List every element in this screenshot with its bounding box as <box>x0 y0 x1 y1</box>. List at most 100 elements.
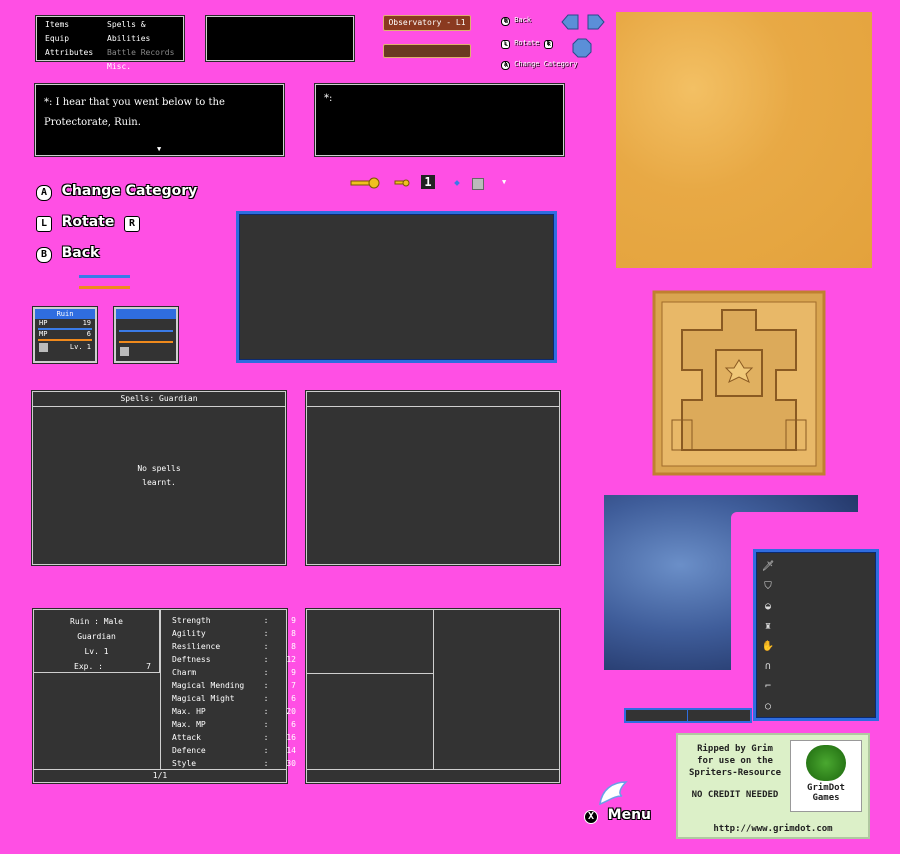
stat-row: Defence: 14 <box>172 744 296 757</box>
l-button-icon: L <box>501 40 510 49</box>
small-hint-change: A Change Category <box>501 60 577 70</box>
party-member-card[interactable]: Ruin HP 19 MP 6 Lv. 1 <box>32 306 98 364</box>
grimdot-logo: GrimDot Games <box>790 740 862 812</box>
stat-name: Attack <box>172 733 201 742</box>
a-button-icon: A <box>36 185 52 201</box>
hp-bar-sample <box>79 275 130 278</box>
rotate-label: Rotate <box>61 214 115 230</box>
main-menu: Items Equip Attributes Spells & Abilitie… <box>35 15 185 71</box>
shield-icon[interactable]: ⛉ <box>761 579 775 593</box>
key-icon <box>350 177 380 189</box>
stat-row: Resilience: 8 <box>172 640 296 653</box>
character-class: Guardian <box>77 632 116 641</box>
stat-separator: : <box>263 616 269 625</box>
dialog-box-empty: *: <box>314 83 565 157</box>
stat-name: Max. MP <box>172 720 206 729</box>
no-spells-line-2: learnt. <box>142 478 176 487</box>
menu-item-battle-records[interactable]: Battle Records <box>107 46 183 60</box>
mp-value: 6 <box>86 330 91 338</box>
stat-row: Charm: 9 <box>172 666 296 679</box>
r-button-icon: R <box>543 40 553 49</box>
ring-icon[interactable]: ○ <box>761 699 775 713</box>
party-name: Ruin <box>35 309 95 319</box>
credits-url: http://www.grimdot.com <box>713 824 833 834</box>
stat-name: Strength <box>172 616 211 625</box>
stat-separator: : <box>263 733 269 742</box>
b-button-icon: B <box>36 247 52 263</box>
stat-value: 14 <box>286 746 296 755</box>
x-button-icon: X <box>584 810 598 824</box>
left-arrow-icon[interactable] <box>560 13 580 31</box>
menu-item-equip[interactable]: Equip <box>45 32 93 46</box>
party-member-card-empty[interactable] <box>113 306 179 364</box>
boots-icon[interactable]: ⌐ <box>761 679 775 693</box>
stat-name: Magical Mending <box>172 681 245 690</box>
gauntlet-icon[interactable]: ✋ <box>761 639 775 653</box>
stat-row: Max. MP: 6 <box>172 718 296 731</box>
stat-separator: : <box>263 694 269 703</box>
armor-icon[interactable]: ♜ <box>761 619 775 633</box>
spells-panel-empty <box>305 390 561 566</box>
sword-icon[interactable]: 🗡 <box>761 559 775 573</box>
empty-menu-box <box>205 15 355 62</box>
stat-value: 16 <box>286 733 296 742</box>
leggings-icon[interactable]: ∩ <box>761 659 775 673</box>
character-level: Lv. 1 <box>84 647 109 656</box>
hp-value: 19 <box>82 319 91 327</box>
stat-row: Deftness: 12 <box>172 653 296 666</box>
wing-icon <box>599 781 628 806</box>
continue-arrow-icon: ▼ <box>157 145 162 153</box>
right-arrow-icon[interactable] <box>586 13 606 31</box>
small-hint-rotate: L Rotate R <box>501 39 553 49</box>
blue-frame-window <box>236 211 557 363</box>
stat-value: 20 <box>286 707 296 716</box>
lv-label: Lv. <box>69 343 83 351</box>
b-button-icon: B <box>501 17 510 26</box>
quantity-badge: 1 <box>421 175 435 189</box>
stat-separator: : <box>263 655 269 664</box>
control-back: B Back <box>36 242 99 263</box>
stat-name: Agility <box>172 629 206 638</box>
lv-value: 1 <box>86 343 91 351</box>
mp-bar-sample <box>79 286 130 289</box>
credits-line-4: NO CREDIT NEEDED <box>691 790 779 800</box>
dialog-line-2: Protectorate, Ruin. <box>44 117 141 128</box>
small-key-icon <box>394 179 410 187</box>
menu-item-attributes[interactable]: Attributes <box>45 46 93 60</box>
stat-separator: : <box>263 720 269 729</box>
stat-name: Defence <box>172 746 206 755</box>
stat-separator: : <box>263 681 269 690</box>
equip-bar <box>624 708 752 723</box>
location-plate-empty <box>383 44 471 58</box>
stat-separator: : <box>263 629 269 638</box>
stat-row: Agility: 8 <box>172 627 296 640</box>
small-hint-back: B Back <box>501 16 531 26</box>
attributes-panel-empty <box>305 608 561 784</box>
change-category-label: Change Category <box>61 183 198 199</box>
dialog-speaker-2: *: <box>324 93 333 104</box>
menu-label: Menu <box>607 807 652 823</box>
stat-value: 8 <box>291 629 296 638</box>
stat-value: 8 <box>291 642 296 651</box>
dialog-box: *: I hear that you went below to the Pro… <box>34 83 285 157</box>
blue-dot-icon <box>454 180 460 186</box>
credits-line-1: Ripped by Grim <box>697 744 773 754</box>
stat-separator: : <box>263 707 269 716</box>
bush-icon <box>806 745 846 781</box>
stat-value: 6 <box>291 694 296 703</box>
stat-value: 7 <box>291 681 296 690</box>
equip-slots-panel: 🗡 ⛉ ◒ ♜ ✋ ∩ ⌐ ○ <box>753 549 879 721</box>
menu-item-spells[interactable]: Spells & Abilities <box>107 18 183 46</box>
menu-item-items[interactable]: Items <box>45 18 93 32</box>
helmet-icon[interactable]: ◒ <box>761 599 775 613</box>
stat-name: Charm <box>172 668 197 677</box>
menu-item-misc[interactable]: Misc. <box>107 60 183 74</box>
no-spells-line-1: No spells <box>137 464 181 473</box>
credits-line-3: Spriters-Resource <box>688 768 782 778</box>
spells-panel: Spells: Guardian No spells learnt. <box>31 390 287 566</box>
stat-name: Resilience <box>172 642 221 651</box>
stat-separator: : <box>263 746 269 755</box>
status-icon <box>39 343 48 352</box>
exp-label: Exp. : <box>74 662 103 671</box>
stat-value: 9 <box>291 668 296 677</box>
